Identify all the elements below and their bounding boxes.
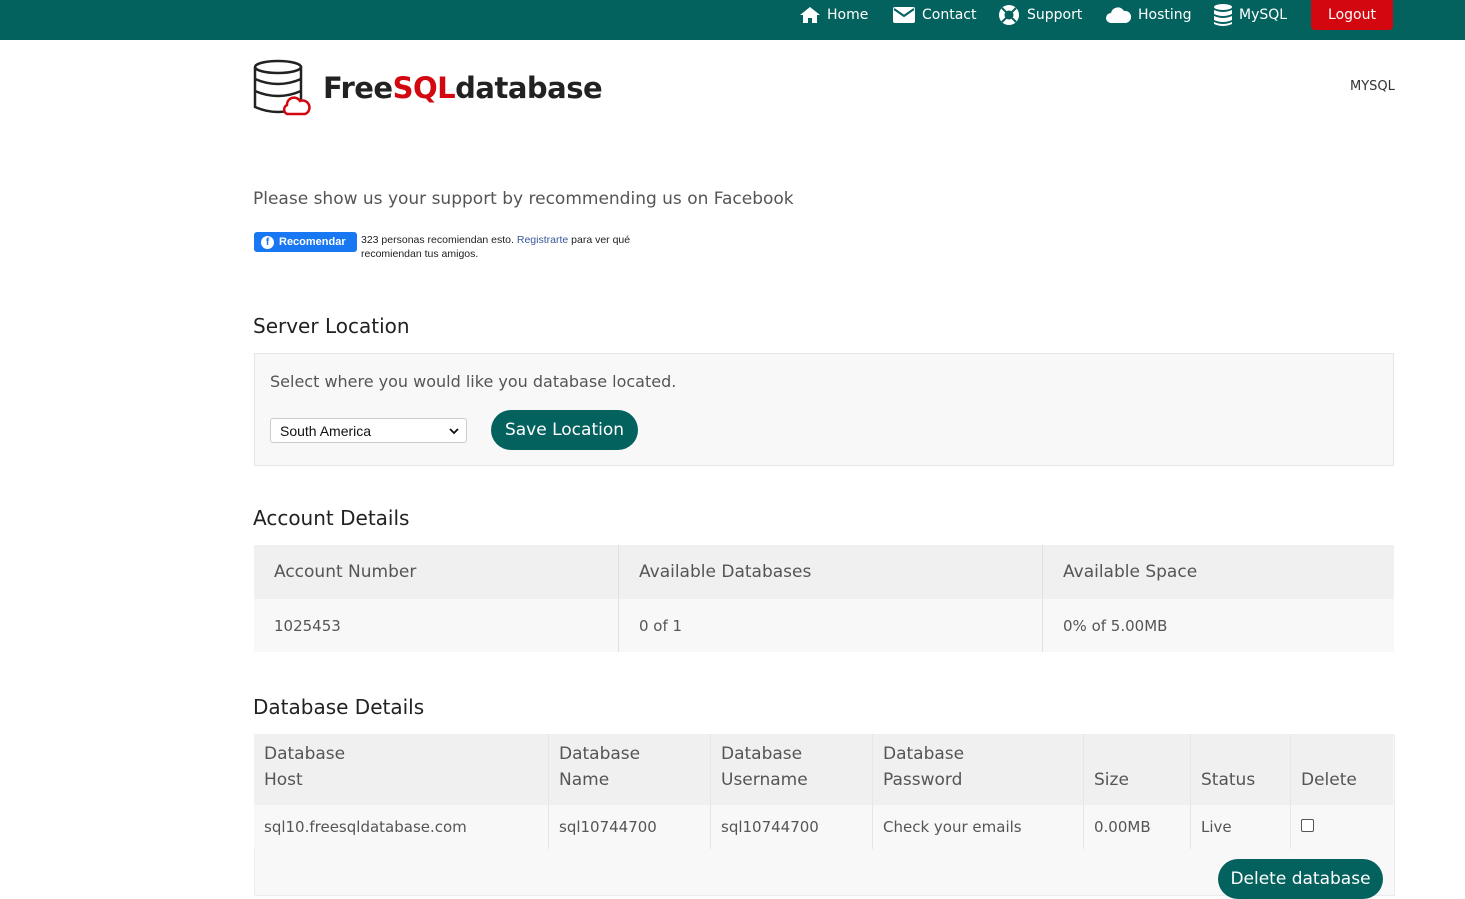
nav-mysql-label: MySQL <box>1239 7 1288 23</box>
server-location-selected: South America <box>280 422 372 439</box>
delete-database-button[interactable]: Delete database <box>1218 859 1383 899</box>
db-size-value: 0.00MB <box>1083 805 1191 849</box>
database-icon <box>1214 4 1232 26</box>
database-details-title: Database Details <box>253 695 425 719</box>
server-location-select[interactable]: South America <box>270 418 467 443</box>
db-delete-cell <box>1290 805 1393 849</box>
database-cloud-icon <box>253 59 311 116</box>
site-logo[interactable]: FreeSQLdatabase <box>253 59 603 117</box>
facebook-recommend-label: Recomendar <box>279 236 346 248</box>
db-username-value: sql10744700 <box>710 805 873 849</box>
available-space-header: Available Space <box>1042 545 1394 599</box>
db-name-header: Database Name <box>548 734 711 805</box>
cloud-icon <box>1106 7 1132 23</box>
available-space-value: 0% of 5.00MB <box>1042 599 1394 652</box>
account-number-header: Account Number <box>254 545 619 599</box>
save-location-button[interactable]: Save Location <box>491 410 638 450</box>
facebook-signup-link[interactable]: Registrarte <box>517 234 568 246</box>
nav-contact-label: Contact <box>922 7 977 23</box>
nav-support-label: Support <box>1027 7 1083 23</box>
home-icon <box>800 7 820 23</box>
support-message: Please show us your support by recommend… <box>253 189 794 209</box>
db-name-value: sql10744700 <box>548 805 711 849</box>
db-host-header: Database Host <box>254 734 549 805</box>
facebook-recommend-button[interactable]: f Recomendar <box>254 232 357 252</box>
nav-hosting-label: Hosting <box>1138 7 1192 23</box>
nav-support[interactable]: Support <box>997 0 1082 30</box>
db-delete-header: Delete <box>1290 734 1393 805</box>
account-details-table: Account Number Available Databases Avail… <box>254 545 1394 652</box>
lifebuoy-icon <box>999 5 1019 25</box>
db-status-header: Status <box>1190 734 1291 805</box>
server-location-panel: Select where you would like you database… <box>254 353 1394 466</box>
nav-home-label: Home <box>827 7 869 23</box>
available-databases-header: Available Databases <box>618 545 1043 599</box>
server-location-title: Server Location <box>253 314 410 338</box>
nav-home[interactable]: Home <box>799 0 868 30</box>
db-username-header: Database Username <box>710 734 873 805</box>
nav-mysql[interactable]: MySQL <box>1213 0 1287 30</box>
logout-button[interactable]: Logout <box>1311 0 1393 30</box>
header-mysql-link[interactable]: MYSQL <box>1350 79 1395 94</box>
facebook-icon: f <box>261 235 274 249</box>
server-location-description: Select where you would like you database… <box>270 372 677 391</box>
logo-text: FreeSQLdatabase <box>323 71 603 105</box>
db-password-value: Check your emails <box>872 805 1084 849</box>
db-host-value: sql10.freesqldatabase.com <box>254 805 549 849</box>
db-password-header: Database Password <box>872 734 1084 805</box>
available-databases-value: 0 of 1 <box>618 599 1043 652</box>
db-status-value: Live <box>1190 805 1291 849</box>
nav-hosting[interactable]: Hosting <box>1105 0 1192 30</box>
envelope-icon <box>893 7 915 23</box>
account-number-value: 1025453 <box>254 599 619 652</box>
delete-checkbox[interactable] <box>1301 819 1314 832</box>
chevron-down-icon <box>449 428 459 435</box>
db-size-header: Size <box>1083 734 1191 805</box>
table-row: sql10.freesqldatabase.com sql10744700 sq… <box>254 805 1393 849</box>
database-details-table: Database Host Database Name Database Userna… <box>254 734 1393 849</box>
account-details-title: Account Details <box>253 506 410 530</box>
facebook-recommend-text: 323 personas recomiendan esto. Registrar… <box>361 234 631 260</box>
nav-contact[interactable]: Contact <box>892 0 976 30</box>
